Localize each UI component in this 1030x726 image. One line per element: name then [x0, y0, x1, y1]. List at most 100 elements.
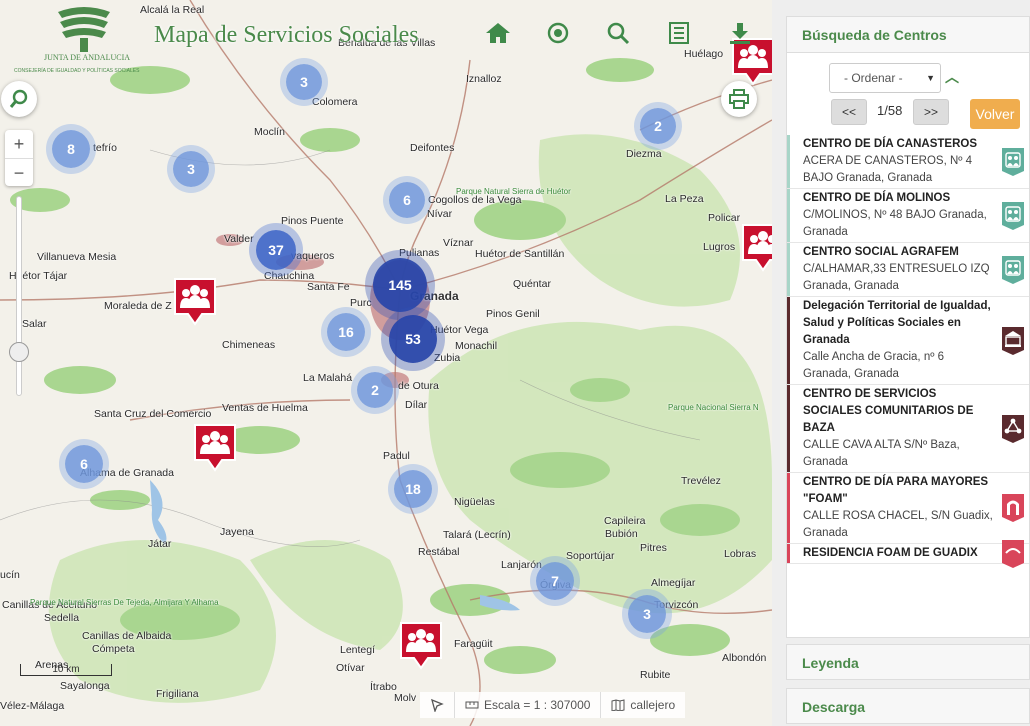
elderly-center-icon: [1001, 493, 1025, 523]
place-label: Capileira: [604, 515, 646, 527]
back-button[interactable]: Volver: [970, 99, 1020, 129]
search-button[interactable]: [601, 16, 635, 50]
result-item[interactable]: CENTRO SOCIAL AGRAFEM C/ALHAMAR,33 ENTRE…: [787, 243, 1029, 297]
result-name: RESIDENCIA FOAM DE GUADIX: [803, 547, 978, 559]
people-group-icon: [174, 278, 216, 326]
result-item[interactable]: CENTRO DE DÍA MOLINOS C/MOLINOS, Nº 48 B…: [787, 189, 1029, 243]
cluster-marker[interactable]: 2: [357, 372, 393, 408]
print-button[interactable]: [721, 81, 757, 117]
side-panel: Búsqueda de Centros - Ordenar - ▼ ︿ << 1…: [772, 0, 1030, 726]
place-label: Almegíjar: [651, 577, 696, 589]
park-label: Parque Natural Sierra de Huétor: [456, 187, 571, 196]
logo-line2: CONSEJERÍA DE IGUALDAD Y POLÍTICAS SOCIA…: [14, 67, 140, 74]
scale-bar: 10 km: [20, 664, 112, 676]
place-label: Diezma: [626, 148, 662, 160]
place-label: Jayena: [220, 526, 254, 538]
result-item[interactable]: CENTRO DE SERVICIOS SOCIALES COMUNITARIO…: [787, 385, 1029, 473]
ruler-icon: [465, 701, 479, 709]
result-name: CENTRO DE SERVICIOS SOCIALES COMUNITARIO…: [803, 388, 974, 434]
sort-direction-icon[interactable]: ︿: [945, 67, 959, 87]
cluster-marker[interactable]: 145: [373, 258, 427, 312]
cluster-marker[interactable]: 18: [394, 470, 432, 508]
cluster-marker[interactable]: 37: [256, 230, 296, 270]
result-address: CALLE CAVA ALTA S/Nº Baza, Granada: [803, 439, 960, 468]
place-label: Trevélez: [681, 475, 721, 487]
zoom-out-button[interactable]: −: [5, 158, 33, 186]
place-label: Nívar: [427, 208, 453, 220]
result-address: C/ALHAMAR,33 ENTRESUELO IZQ Granada, Gra…: [803, 263, 990, 292]
pointer-icon: [431, 698, 444, 712]
prev-page-button[interactable]: <<: [831, 99, 867, 125]
place-label: Ventas de Huelma: [222, 402, 308, 414]
cluster-marker[interactable]: 16: [327, 313, 365, 351]
place-label: Nigüelas: [454, 496, 495, 508]
place-label: Lentegí: [340, 644, 376, 656]
place-label: Deifontes: [410, 142, 455, 154]
result-item[interactable]: Delegación Territorial de Igualdad, Salu…: [787, 297, 1029, 385]
result-item[interactable]: CENTRO DE DÍA PARA MAYORES "FOAM" CALLE …: [787, 473, 1029, 544]
download-button[interactable]: [723, 16, 757, 50]
place-label: Lobras: [724, 548, 757, 560]
place-label: Lanjarón: [501, 559, 542, 571]
cluster-marker[interactable]: 3: [286, 64, 322, 100]
place-label: Huétor Vega: [430, 324, 489, 336]
cluster-marker[interactable]: 6: [65, 445, 103, 483]
map-status-bar: Escala = 1 : 307000 callejero: [420, 692, 686, 718]
place-label: La Malahá: [303, 372, 353, 384]
basemap-toggle[interactable]: callejero: [601, 692, 685, 718]
logo-line1: JUNTA DE ANDALUCIA: [44, 53, 130, 62]
zoom-in-button[interactable]: +: [5, 130, 33, 158]
sort-select[interactable]: - Ordenar - ▼: [829, 63, 941, 93]
community-center-icon: [1001, 201, 1025, 231]
place-label: Vélez-Málaga: [0, 700, 65, 712]
people-group-icon: [400, 622, 442, 670]
place-label: Víznar: [443, 237, 474, 249]
result-item[interactable]: CENTRO DE DÍA CANASTEROS ACERA DE CANAST…: [787, 135, 1029, 189]
people-group-icon: [742, 224, 772, 272]
results-list[interactable]: CENTRO DE DÍA CANASTEROS ACERA DE CANAST…: [787, 135, 1029, 637]
social-service-marker[interactable]: [398, 620, 444, 672]
place-label: Colomera: [312, 96, 358, 108]
social-service-marker[interactable]: [740, 222, 772, 274]
social-service-marker[interactable]: [172, 276, 218, 328]
park-label: Parque Nacional Sierra N: [668, 403, 759, 412]
home-button[interactable]: [481, 16, 515, 50]
panel-title[interactable]: Búsqueda de Centros: [786, 16, 1030, 52]
place-label: Valder: [224, 233, 254, 245]
result-address: C/MOLINOS, Nº 48 BAJO Granada, Granada: [803, 209, 987, 238]
legend-section[interactable]: Leyenda: [786, 644, 1030, 680]
result-item[interactable]: RESIDENCIA FOAM DE GUADIX: [787, 539, 1029, 568]
zoom-slider-handle[interactable]: [9, 342, 29, 362]
next-page-button[interactable]: >>: [913, 99, 949, 125]
cluster-marker[interactable]: 53: [389, 315, 437, 363]
category-bar: [787, 243, 790, 296]
pointer-tool[interactable]: [420, 692, 455, 718]
cluster-marker[interactable]: 2: [640, 108, 676, 144]
result-name: CENTRO DE DÍA MOLINOS: [803, 192, 951, 204]
zoom-search-button[interactable]: [1, 81, 37, 117]
caret-down-icon: ▼: [926, 73, 935, 83]
locate-button[interactable]: [541, 16, 575, 50]
map-viewport[interactable]: Alcalá la Real Benalúa de las Villas Iznal…: [0, 0, 772, 726]
place-label: Játar: [148, 538, 172, 550]
panel-body: - Ordenar - ▼ ︿ << 1/58 >> Volver CENTRO…: [786, 52, 1030, 638]
zoom-slider[interactable]: [16, 196, 22, 396]
cluster-marker[interactable]: 8: [52, 130, 90, 168]
result-address: Calle Ancha de Gracia, nº 6 Granada, Gra…: [803, 351, 945, 380]
place-label: Pulianas: [399, 247, 440, 259]
cluster-marker[interactable]: 3: [173, 151, 209, 187]
list-button[interactable]: [662, 16, 696, 50]
result-address: CALLE ROSA CHACEL, S/N Guadix, Granada: [803, 510, 993, 539]
map-title: Mapa de Servicios Sociales: [154, 22, 419, 48]
place-label: Frigiliana: [156, 688, 199, 700]
cluster-marker[interactable]: 6: [389, 182, 425, 218]
list-icon: [669, 22, 689, 44]
home-icon: [486, 23, 510, 43]
cluster-marker[interactable]: 7: [536, 562, 574, 600]
cluster-marker[interactable]: 3: [628, 595, 666, 633]
download-section[interactable]: Descarga: [786, 688, 1030, 724]
people-group-icon: [194, 424, 236, 472]
place-label: Lugros: [703, 241, 736, 253]
social-service-marker[interactable]: [192, 422, 238, 474]
search-icon: [607, 22, 630, 45]
